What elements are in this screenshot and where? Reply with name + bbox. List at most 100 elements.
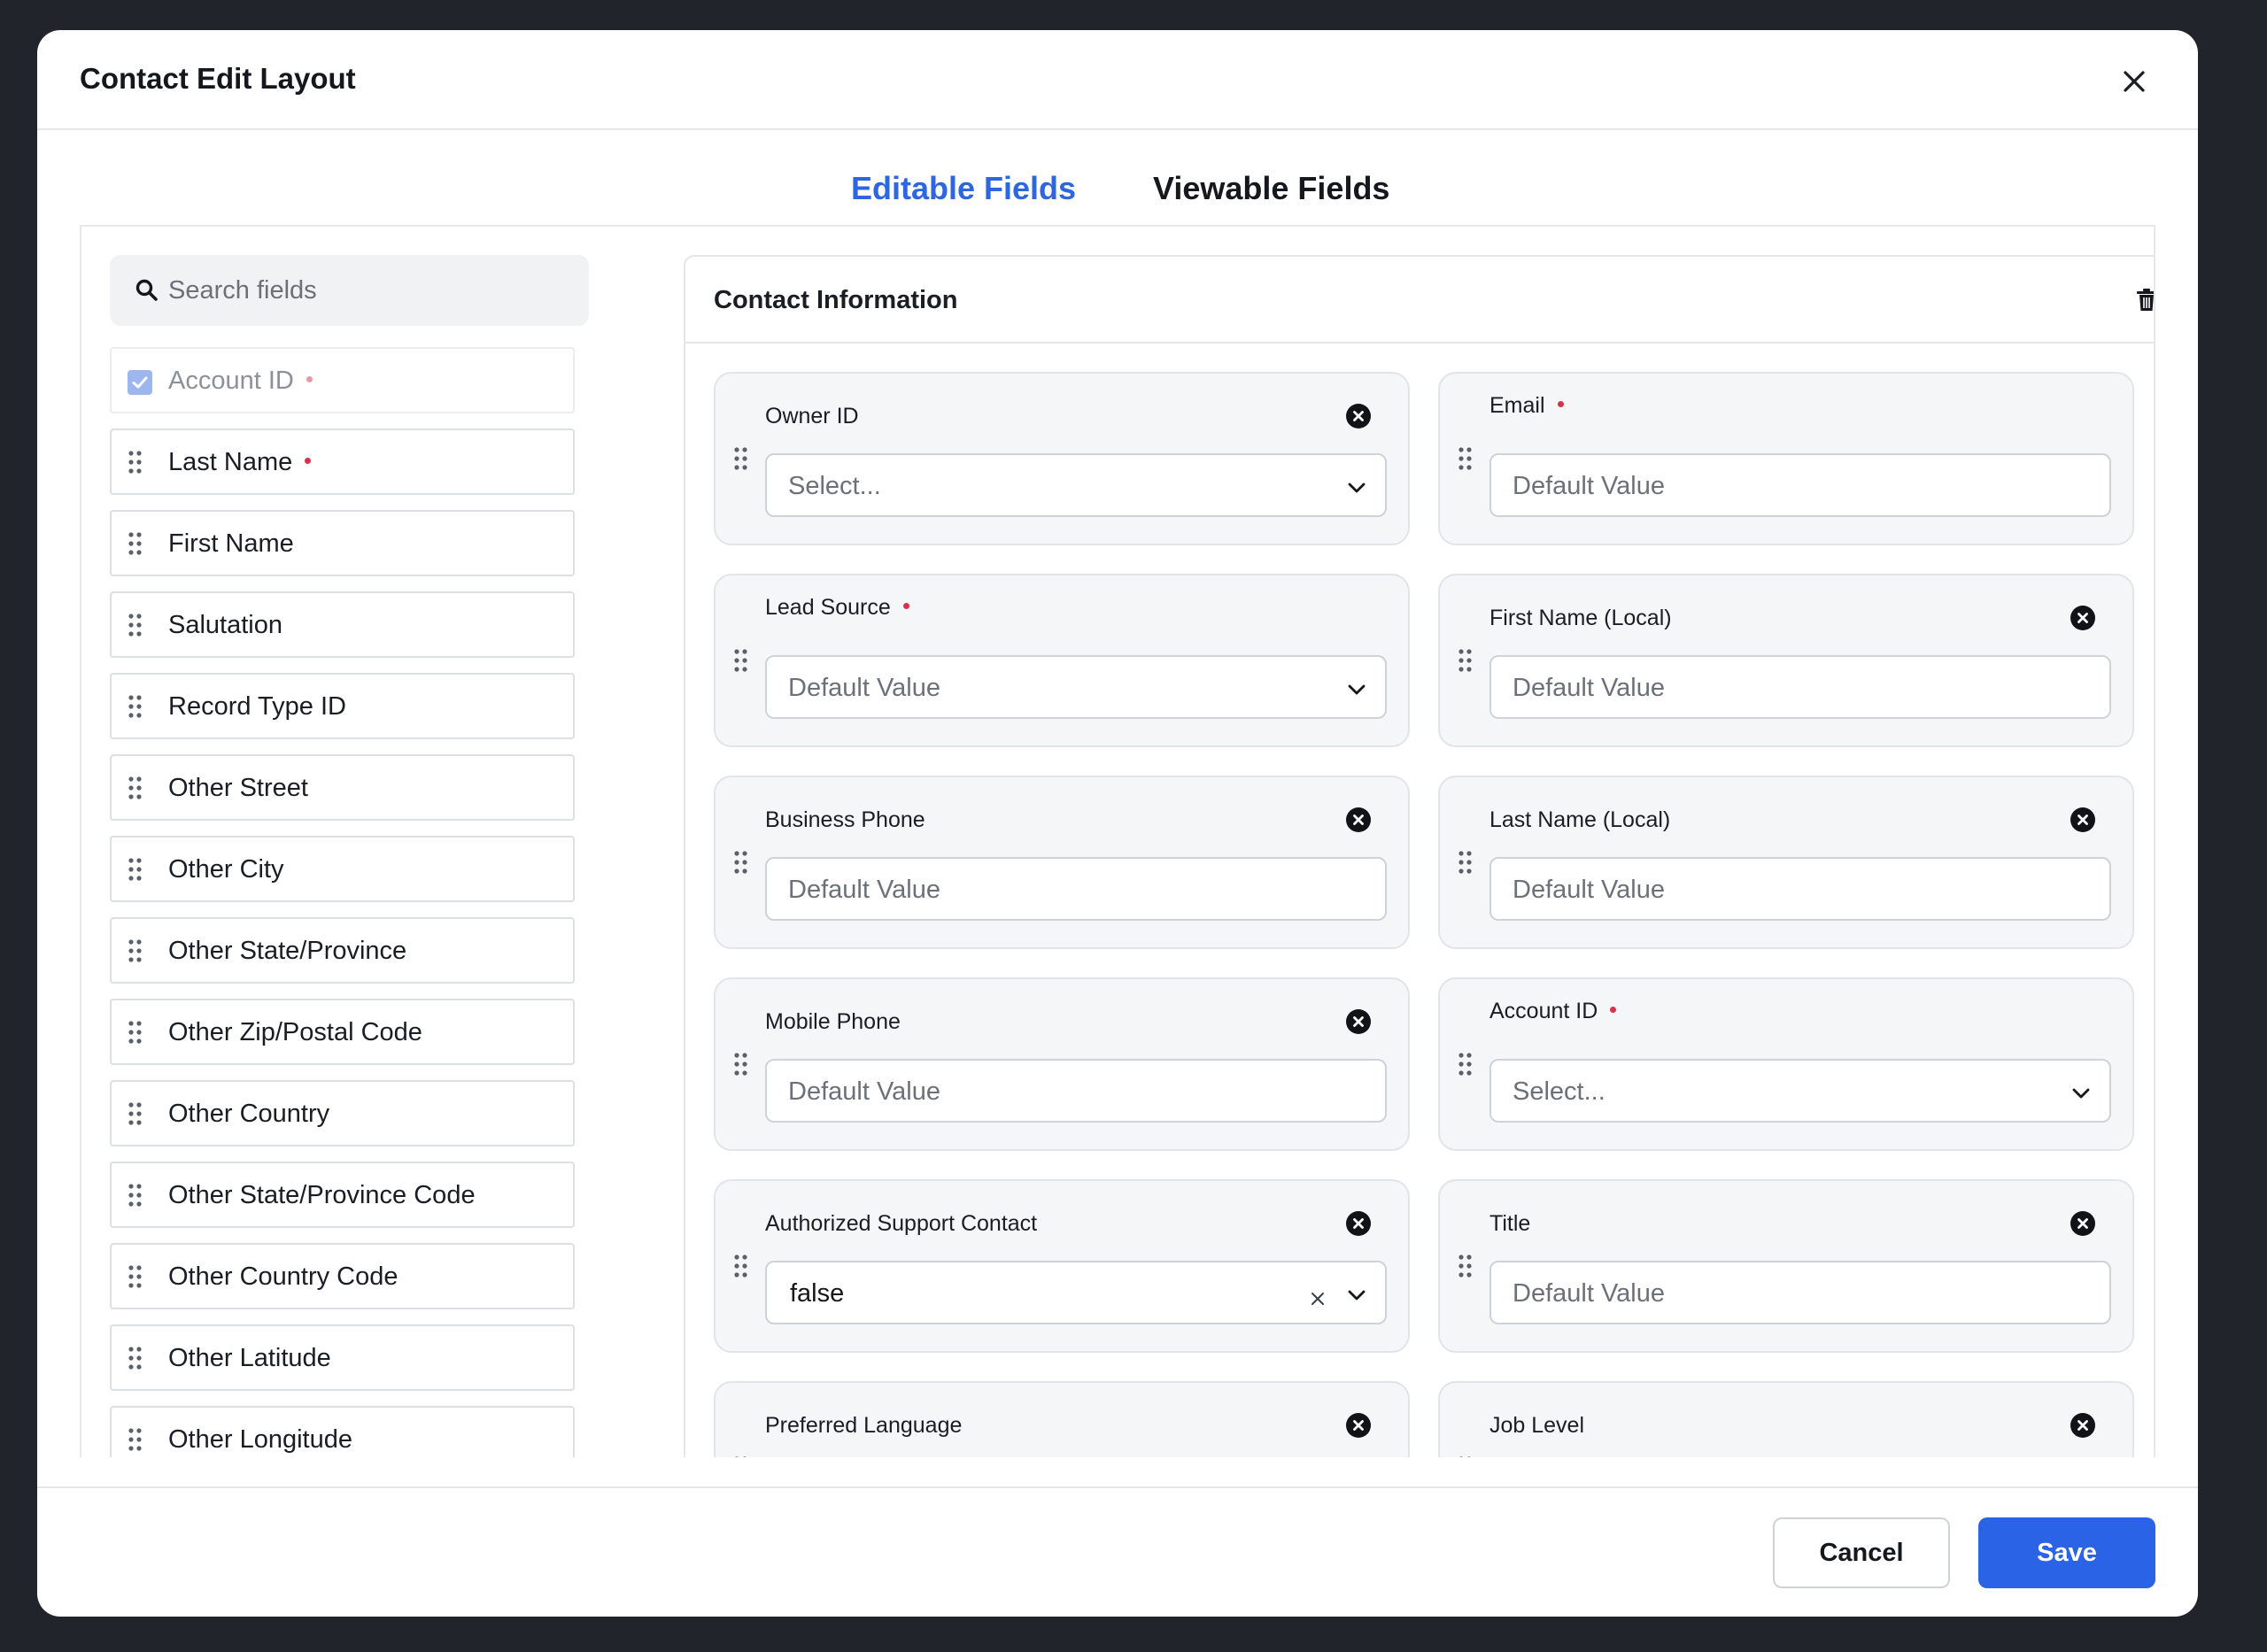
drag-handle-icon[interactable] xyxy=(128,1264,143,1289)
field-list-item[interactable]: Record Type ID xyxy=(110,673,575,739)
save-button[interactable]: Save xyxy=(1978,1517,2155,1588)
remove-field-icon[interactable] xyxy=(1345,1008,1372,1035)
section-field-card: Mobile Phone Default Value xyxy=(714,977,1410,1151)
input-placeholder: Default Value xyxy=(1513,1279,1665,1308)
remove-field-icon[interactable] xyxy=(2070,1412,2096,1439)
section-field-label: Authorized Support Contact xyxy=(765,1211,1038,1236)
chevron-down-icon[interactable] xyxy=(1346,1284,1367,1305)
trash-icon[interactable] xyxy=(2133,287,2154,313)
field-list-item[interactable]: Other Country xyxy=(110,1080,575,1146)
field-list-item-label: Account ID xyxy=(168,367,313,396)
chevron-down-icon[interactable] xyxy=(2070,1082,2092,1103)
drag-handle-icon[interactable] xyxy=(128,776,143,800)
field-list-item[interactable]: Other Longitude xyxy=(110,1406,575,1457)
contact-information-section: Contact Information Owner ID Select... Ema… xyxy=(684,255,2154,1457)
drag-handle-icon[interactable] xyxy=(128,857,143,882)
drag-handle-icon[interactable] xyxy=(128,1427,143,1452)
drag-handle-icon[interactable] xyxy=(128,1020,143,1045)
field-list-item-label: Other Country Code xyxy=(168,1262,398,1291)
default-value-input[interactable]: Default Value xyxy=(1489,1261,2111,1324)
drag-handle-icon[interactable] xyxy=(128,1101,143,1126)
checkbox-checked-icon xyxy=(128,370,152,395)
default-value-input[interactable]: Default Value xyxy=(765,1059,1387,1123)
remove-field-icon[interactable] xyxy=(1345,1412,1372,1439)
field-list-item-label: Other Country xyxy=(168,1100,330,1128)
drag-handle-icon[interactable] xyxy=(733,446,749,471)
remove-field-icon[interactable] xyxy=(2070,807,2096,833)
select-value: false xyxy=(790,1279,845,1308)
chevron-down-icon[interactable] xyxy=(1346,678,1367,699)
section-field-label: First Name (Local) xyxy=(1489,606,1672,630)
section-field-card: Preferred Language xyxy=(714,1381,1410,1457)
field-list-item[interactable]: Other City xyxy=(110,836,575,902)
content-frame: Account ID Last Name First Name Salutation R… xyxy=(80,225,2155,1457)
drag-handle-icon[interactable] xyxy=(128,938,143,963)
drag-handle-icon[interactable] xyxy=(1458,1455,1474,1457)
drag-handle-icon[interactable] xyxy=(733,1254,749,1278)
field-list-item[interactable]: Other State/Province Code xyxy=(110,1162,575,1228)
drag-handle-icon[interactable] xyxy=(128,694,143,719)
drag-handle-icon[interactable] xyxy=(1458,850,1474,875)
section-field-label: Owner ID xyxy=(765,404,859,428)
drag-handle-icon[interactable] xyxy=(128,450,143,475)
drag-handle-icon[interactable] xyxy=(733,1455,749,1457)
field-list-item[interactable]: Other State/Province xyxy=(110,917,575,984)
default-value-select[interactable]: Select... xyxy=(765,453,1387,517)
field-list-item-label: Other State/Province Code xyxy=(168,1181,476,1209)
field-list-item[interactable]: Other Street xyxy=(110,754,575,821)
input-placeholder: Default Value xyxy=(788,876,940,904)
default-value-input[interactable]: Default Value xyxy=(765,857,1387,921)
drag-handle-icon[interactable] xyxy=(128,613,143,637)
remove-field-icon[interactable] xyxy=(1345,403,1372,429)
required-indicator xyxy=(902,602,909,609)
field-list-item-label: Other State/Province xyxy=(168,937,407,965)
section-field-label: Last Name (Local) xyxy=(1489,807,1671,832)
drag-handle-icon[interactable] xyxy=(1458,1254,1474,1278)
remove-field-icon[interactable] xyxy=(2070,1210,2096,1237)
tab-bar: Editable Fields Viewable Fields xyxy=(37,170,2198,223)
required-indicator xyxy=(1557,400,1564,407)
input-placeholder: Default Value xyxy=(1513,674,1665,702)
cancel-button[interactable]: Cancel xyxy=(1773,1517,1950,1588)
default-value-input[interactable]: Default Value xyxy=(1489,655,2111,719)
field-list-item-label: Other Street xyxy=(168,774,308,802)
tab-viewable-fields[interactable]: Viewable Fields xyxy=(1153,170,1389,207)
drag-handle-icon[interactable] xyxy=(733,850,749,875)
clear-icon[interactable] xyxy=(1309,1285,1327,1305)
drag-handle-icon[interactable] xyxy=(733,1052,749,1077)
default-value-select[interactable]: false xyxy=(765,1261,1387,1324)
field-list-item[interactable]: First Name xyxy=(110,510,575,576)
field-list-item-label: Other Zip/Postal Code xyxy=(168,1018,422,1046)
chevron-down-icon[interactable] xyxy=(1346,476,1367,498)
search-icon xyxy=(135,278,159,303)
section-field-card: Lead Source Default Value xyxy=(714,574,1410,747)
field-list-item[interactable]: Other Latitude xyxy=(110,1324,575,1391)
field-list-item-label: Salutation xyxy=(168,611,282,639)
field-list-item[interactable]: Other Country Code xyxy=(110,1243,575,1309)
drag-handle-icon[interactable] xyxy=(1458,648,1474,673)
drag-handle-icon[interactable] xyxy=(1458,446,1474,471)
remove-field-icon[interactable] xyxy=(1345,807,1372,833)
search-input[interactable] xyxy=(168,255,567,326)
drag-handle-icon[interactable] xyxy=(733,648,749,673)
field-list-item-label: First Name xyxy=(168,529,294,558)
tab-editable-fields[interactable]: Editable Fields xyxy=(851,170,1076,207)
default-value-select[interactable]: Default Value xyxy=(765,655,1387,719)
default-value-input[interactable]: Default Value xyxy=(1489,857,2111,921)
field-list-item[interactable]: Other Zip/Postal Code xyxy=(110,999,575,1065)
remove-field-icon[interactable] xyxy=(1345,1210,1372,1237)
field-list-item[interactable]: Salutation xyxy=(110,591,575,658)
drag-handle-icon[interactable] xyxy=(1458,1052,1474,1077)
drag-handle-icon[interactable] xyxy=(128,531,143,556)
field-list-item[interactable]: Last Name xyxy=(110,428,575,495)
default-value-input[interactable]: Default Value xyxy=(1489,453,2111,517)
default-value-select[interactable]: Select... xyxy=(1489,1059,2111,1123)
modal-header: Contact Edit Layout xyxy=(37,30,2198,130)
field-list-item-label: Last Name xyxy=(168,448,312,477)
drag-handle-icon[interactable] xyxy=(128,1183,143,1208)
close-icon[interactable] xyxy=(2116,64,2152,99)
modal-title: Contact Edit Layout xyxy=(80,62,356,95)
remove-field-icon[interactable] xyxy=(2070,605,2096,631)
drag-handle-icon[interactable] xyxy=(128,1346,143,1370)
input-placeholder: Default Value xyxy=(788,1077,940,1106)
